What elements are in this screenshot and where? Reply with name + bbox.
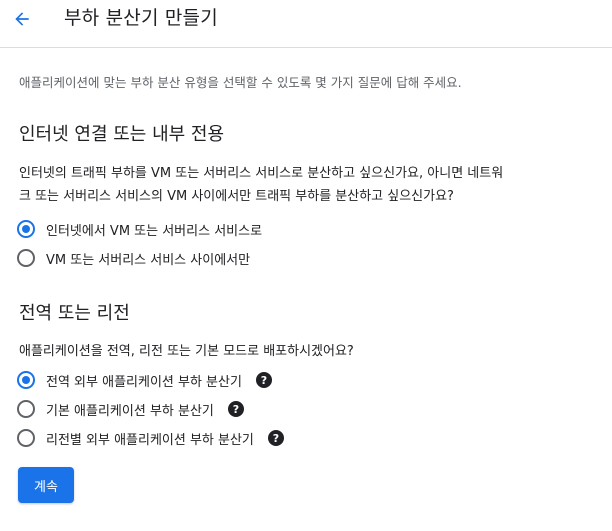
radio-button-checked[interactable] <box>17 371 35 389</box>
help-icon[interactable]: ? <box>255 372 272 388</box>
radio-option-regional-external-alb[interactable]: 리전별 외부 애플리케이션 부하 분산기 ? <box>17 427 284 449</box>
radio-label: 기본 애플리케이션 부하 분산기 <box>46 403 214 419</box>
radio-button-unchecked[interactable] <box>17 400 35 418</box>
page-title: 부하 분산기 만들기 <box>64 7 218 29</box>
back-button[interactable] <box>8 5 36 33</box>
radio-button-checked[interactable] <box>17 220 35 238</box>
radio-option-internet-to-vm[interactable]: 인터넷에서 VM 또는 서버리스 서비스로 <box>17 218 262 240</box>
radio-label: 리전별 외부 애플리케이션 부하 분산기 <box>46 432 254 448</box>
section-title-internet-or-internal: 인터넷 연결 또는 내부 전용 <box>19 124 225 145</box>
question-global-or-regional: 애플리케이션을 전역, 리전 또는 기본 모드로 배포하시겠어요? <box>19 344 354 359</box>
radio-option-between-vms[interactable]: VM 또는 서버리스 서비스 사이에서만 <box>17 247 250 269</box>
radio-option-global-external-alb[interactable]: 전역 외부 애플리케이션 부하 분산기 ? <box>17 369 272 391</box>
question-line-2: 크 또는 서버리스 서비스의 VM 사이에서만 트래픽 부하를 분산하고 싶으신… <box>19 189 454 204</box>
radio-option-classic-alb[interactable]: 기본 애플리케이션 부하 분산기 ? <box>17 398 244 420</box>
page-header: 부하 분산기 만들기 <box>0 0 612 48</box>
question-internet-or-internal: 인터넷의 트래픽 부하를 VM 또는 서버리스 서비스로 분산하고 싶으신가요,… <box>19 162 609 208</box>
radio-label: VM 또는 서버리스 서비스 사이에서만 <box>46 252 251 268</box>
radio-button-unchecked[interactable] <box>17 249 35 267</box>
section-title-global-or-regional: 전역 또는 리전 <box>19 303 130 324</box>
help-icon[interactable]: ? <box>267 430 284 446</box>
radio-label: 전역 외부 애플리케이션 부하 분산기 <box>46 374 242 390</box>
intro-text: 애플리케이션에 맞는 부하 분산 유형을 선택할 수 있도록 몇 가지 질문에 … <box>19 75 462 90</box>
radio-button-unchecked[interactable] <box>17 429 35 447</box>
question-line-1: 인터넷의 트래픽 부하를 VM 또는 서버리스 서비스로 분산하고 싶으신가요,… <box>19 166 504 181</box>
help-icon[interactable]: ? <box>227 401 244 417</box>
continue-button[interactable]: 계속 <box>18 467 74 503</box>
arrow-back-icon <box>15 12 29 26</box>
radio-label: 인터넷에서 VM 또는 서버리스 서비스로 <box>46 223 263 239</box>
